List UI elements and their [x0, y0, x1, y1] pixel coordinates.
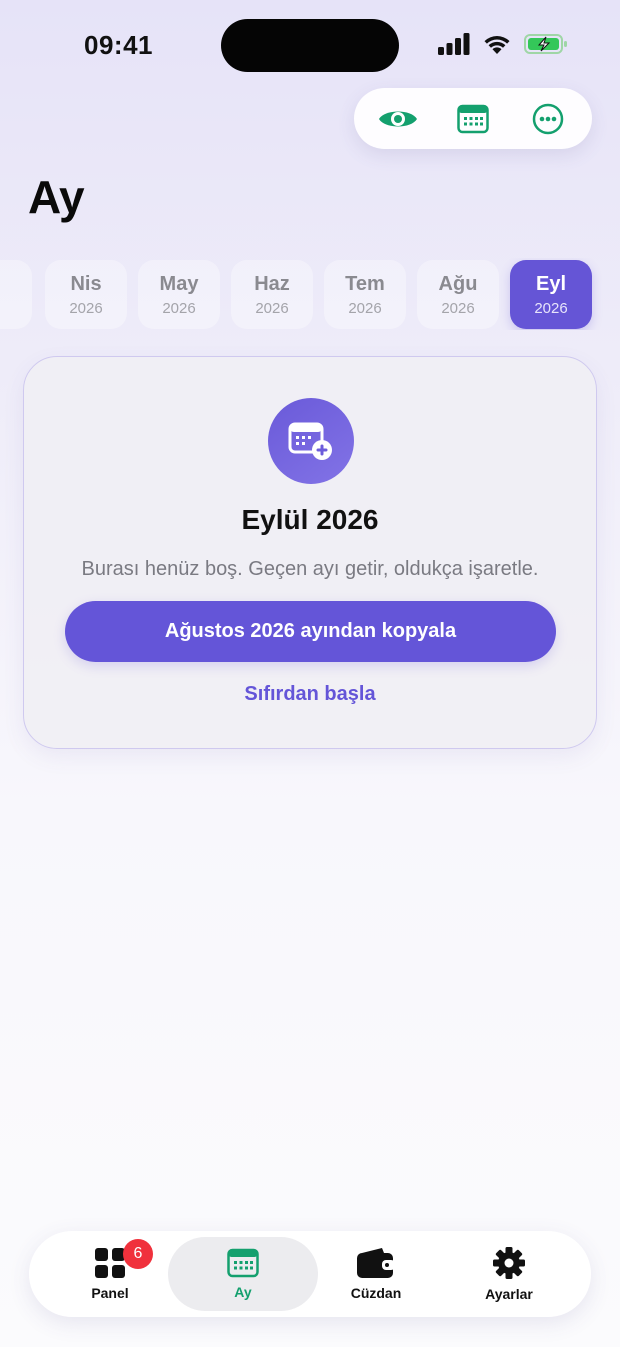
- calendar-button[interactable]: [449, 95, 497, 143]
- month-pill-previous[interactable]: [0, 260, 32, 329]
- tab-label: Ayarlar: [485, 1286, 533, 1302]
- status-icons: [438, 33, 568, 55]
- notification-badge: 6: [123, 1239, 153, 1269]
- tab-label: Ay: [234, 1284, 252, 1300]
- battery-charging-icon: [524, 34, 567, 54]
- month-label: Tem: [345, 272, 385, 295]
- month-label: Nis: [70, 272, 102, 295]
- status-bar: 09:41: [0, 0, 620, 92]
- wifi-icon: [484, 36, 510, 54]
- month-pill-tem[interactable]: Tem 2026: [324, 260, 406, 329]
- month-label: May: [159, 272, 199, 295]
- tab-ayarlar[interactable]: Ayarlar: [434, 1237, 584, 1311]
- dynamic-island: [221, 19, 399, 72]
- tab-cuzdan[interactable]: Cüzdan: [301, 1237, 451, 1311]
- month-label: Eyl: [535, 272, 567, 295]
- tab-ay[interactable]: Ay: [168, 1237, 318, 1311]
- eye-icon: [378, 111, 417, 126]
- month-year: 2026: [162, 299, 196, 317]
- month-pill-nis[interactable]: Nis 2026: [45, 260, 127, 329]
- tab-label: Cüzdan: [350, 1285, 402, 1301]
- tab-panel[interactable]: Panel 6: [35, 1237, 185, 1311]
- gear-icon: [493, 1247, 525, 1279]
- month-year: 2026: [69, 299, 103, 317]
- month-year: 2026: [441, 299, 475, 317]
- cellular-signal-icon: [438, 33, 470, 55]
- wallet-icon: [357, 1248, 395, 1278]
- calendar-icon: [227, 1248, 259, 1278]
- visibility-button[interactable]: [374, 95, 422, 143]
- month-selector: Nis 2026 May 2026 Haz 2026 Tem 2026 Ağu …: [0, 258, 620, 330]
- card-icon-circle: [268, 398, 354, 484]
- bottom-tab-bar: Panel 6 Ay Cüzdan Ayarlar: [29, 1231, 591, 1317]
- month-year: 2026: [348, 299, 382, 317]
- copy-previous-month-button[interactable]: Ağustos 2026 ayından kopyala: [65, 601, 556, 662]
- month-label: Ağu: [438, 272, 478, 295]
- month-pill-agu[interactable]: Ağu 2026: [417, 260, 499, 329]
- page-title: Ay: [28, 171, 85, 223]
- month-pill-haz[interactable]: Haz 2026: [231, 260, 313, 329]
- month-pill-eyl[interactable]: Eyl 2026: [510, 260, 592, 329]
- month-year: 2026: [255, 299, 289, 317]
- month-pill-may[interactable]: May 2026: [138, 260, 220, 329]
- more-icon: [533, 103, 564, 134]
- month-label: Haz: [254, 272, 290, 295]
- grid-icon: [95, 1248, 125, 1278]
- card-title: Eylül 2026: [241, 504, 379, 535]
- calendar-add-icon: [288, 422, 332, 460]
- status-time: 09:41: [84, 30, 153, 60]
- card-message: Burası henüz boş. Geçen ayı getir, olduk…: [81, 558, 539, 580]
- calendar-icon: [457, 104, 489, 133]
- empty-month-card: Eylül 2026 Burası henüz boş. Geçen ayı g…: [23, 356, 597, 749]
- more-button[interactable]: [524, 95, 572, 143]
- floating-toolbar: [354, 88, 592, 149]
- tab-label: Panel: [91, 1285, 129, 1301]
- month-year: 2026: [534, 299, 568, 317]
- start-from-scratch-link[interactable]: Sıfırdan başla: [24, 683, 596, 706]
